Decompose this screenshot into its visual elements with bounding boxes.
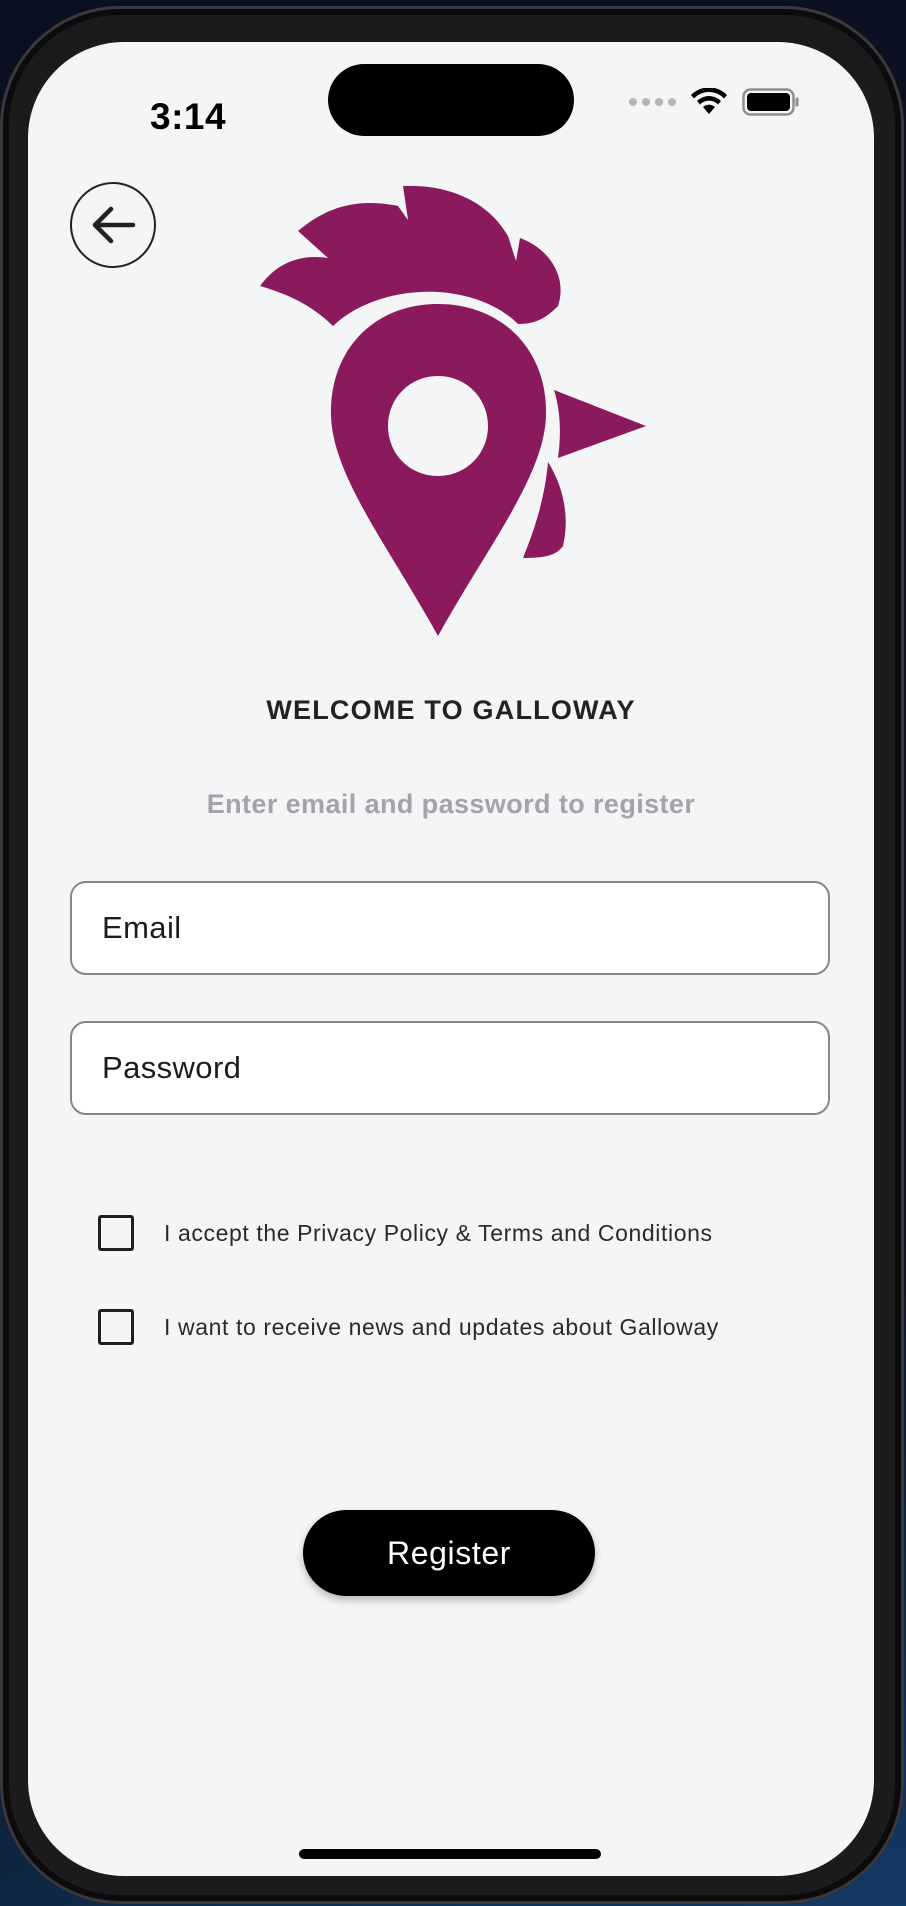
home-indicator bbox=[299, 1849, 601, 1859]
dynamic-island bbox=[328, 64, 574, 136]
back-button[interactable] bbox=[70, 182, 156, 268]
register-button[interactable]: Register bbox=[303, 1510, 595, 1596]
rooster-location-pin-logo bbox=[260, 185, 646, 636]
cellular-signal-icon bbox=[629, 98, 676, 106]
email-field[interactable] bbox=[70, 881, 830, 975]
password-field[interactable] bbox=[70, 1021, 830, 1115]
page-title: WELCOME TO GALLOWAY bbox=[266, 695, 636, 725]
arrow-left-icon bbox=[92, 206, 136, 244]
accept-terms-label[interactable]: I accept the Privacy Policy & Terms and … bbox=[164, 1220, 713, 1247]
newsletter-label[interactable]: I want to receive news and updates about… bbox=[164, 1314, 719, 1341]
app-screen: 3:14 WELCOME TO GALLOWAY Enter email and… bbox=[28, 42, 874, 1876]
status-time: 3:14 bbox=[150, 96, 227, 137]
newsletter-checkbox[interactable] bbox=[98, 1309, 134, 1345]
wifi-icon bbox=[691, 88, 727, 114]
status-icons bbox=[629, 82, 800, 122]
newsletter-row[interactable]: I want to receive news and updates about… bbox=[98, 1309, 719, 1345]
accept-terms-row[interactable]: I accept the Privacy Policy & Terms and … bbox=[98, 1215, 713, 1251]
accept-terms-checkbox[interactable] bbox=[98, 1215, 134, 1251]
logo-shape bbox=[260, 185, 646, 636]
page-subtitle: Enter email and password to register bbox=[206, 789, 696, 819]
phone-frame: 3:14 WELCOME TO GALLOWAY Enter email and… bbox=[0, 6, 904, 1904]
battery-icon bbox=[742, 88, 799, 116]
